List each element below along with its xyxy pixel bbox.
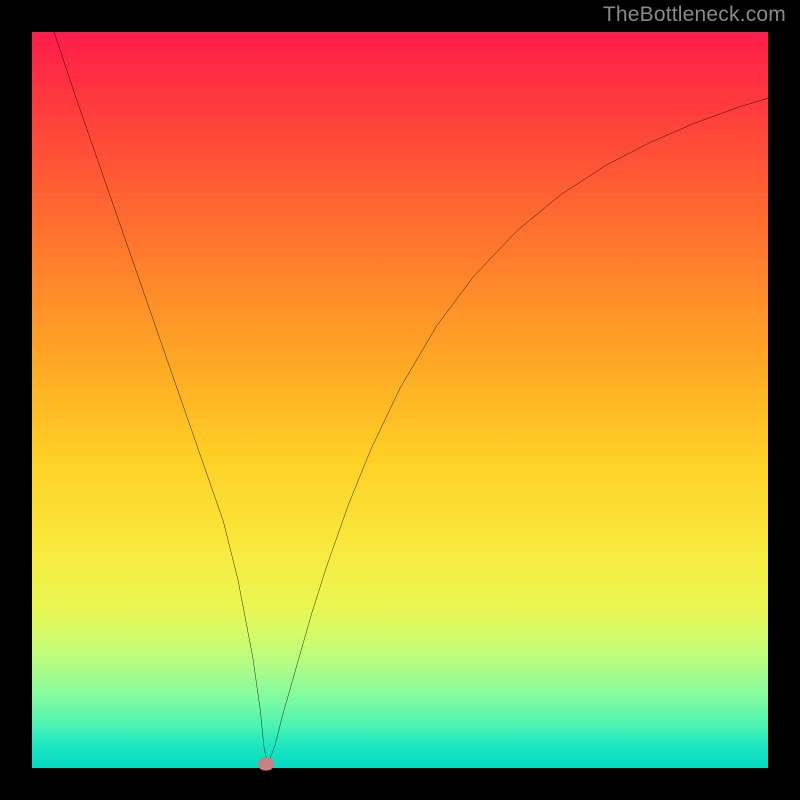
watermark-text: TheBottleneck.com	[603, 3, 786, 27]
chart-frame: TheBottleneck.com	[0, 0, 800, 800]
plot-area	[32, 32, 768, 768]
curve-svg	[32, 32, 768, 768]
curve-path	[54, 32, 768, 764]
minimum-marker	[258, 758, 274, 771]
